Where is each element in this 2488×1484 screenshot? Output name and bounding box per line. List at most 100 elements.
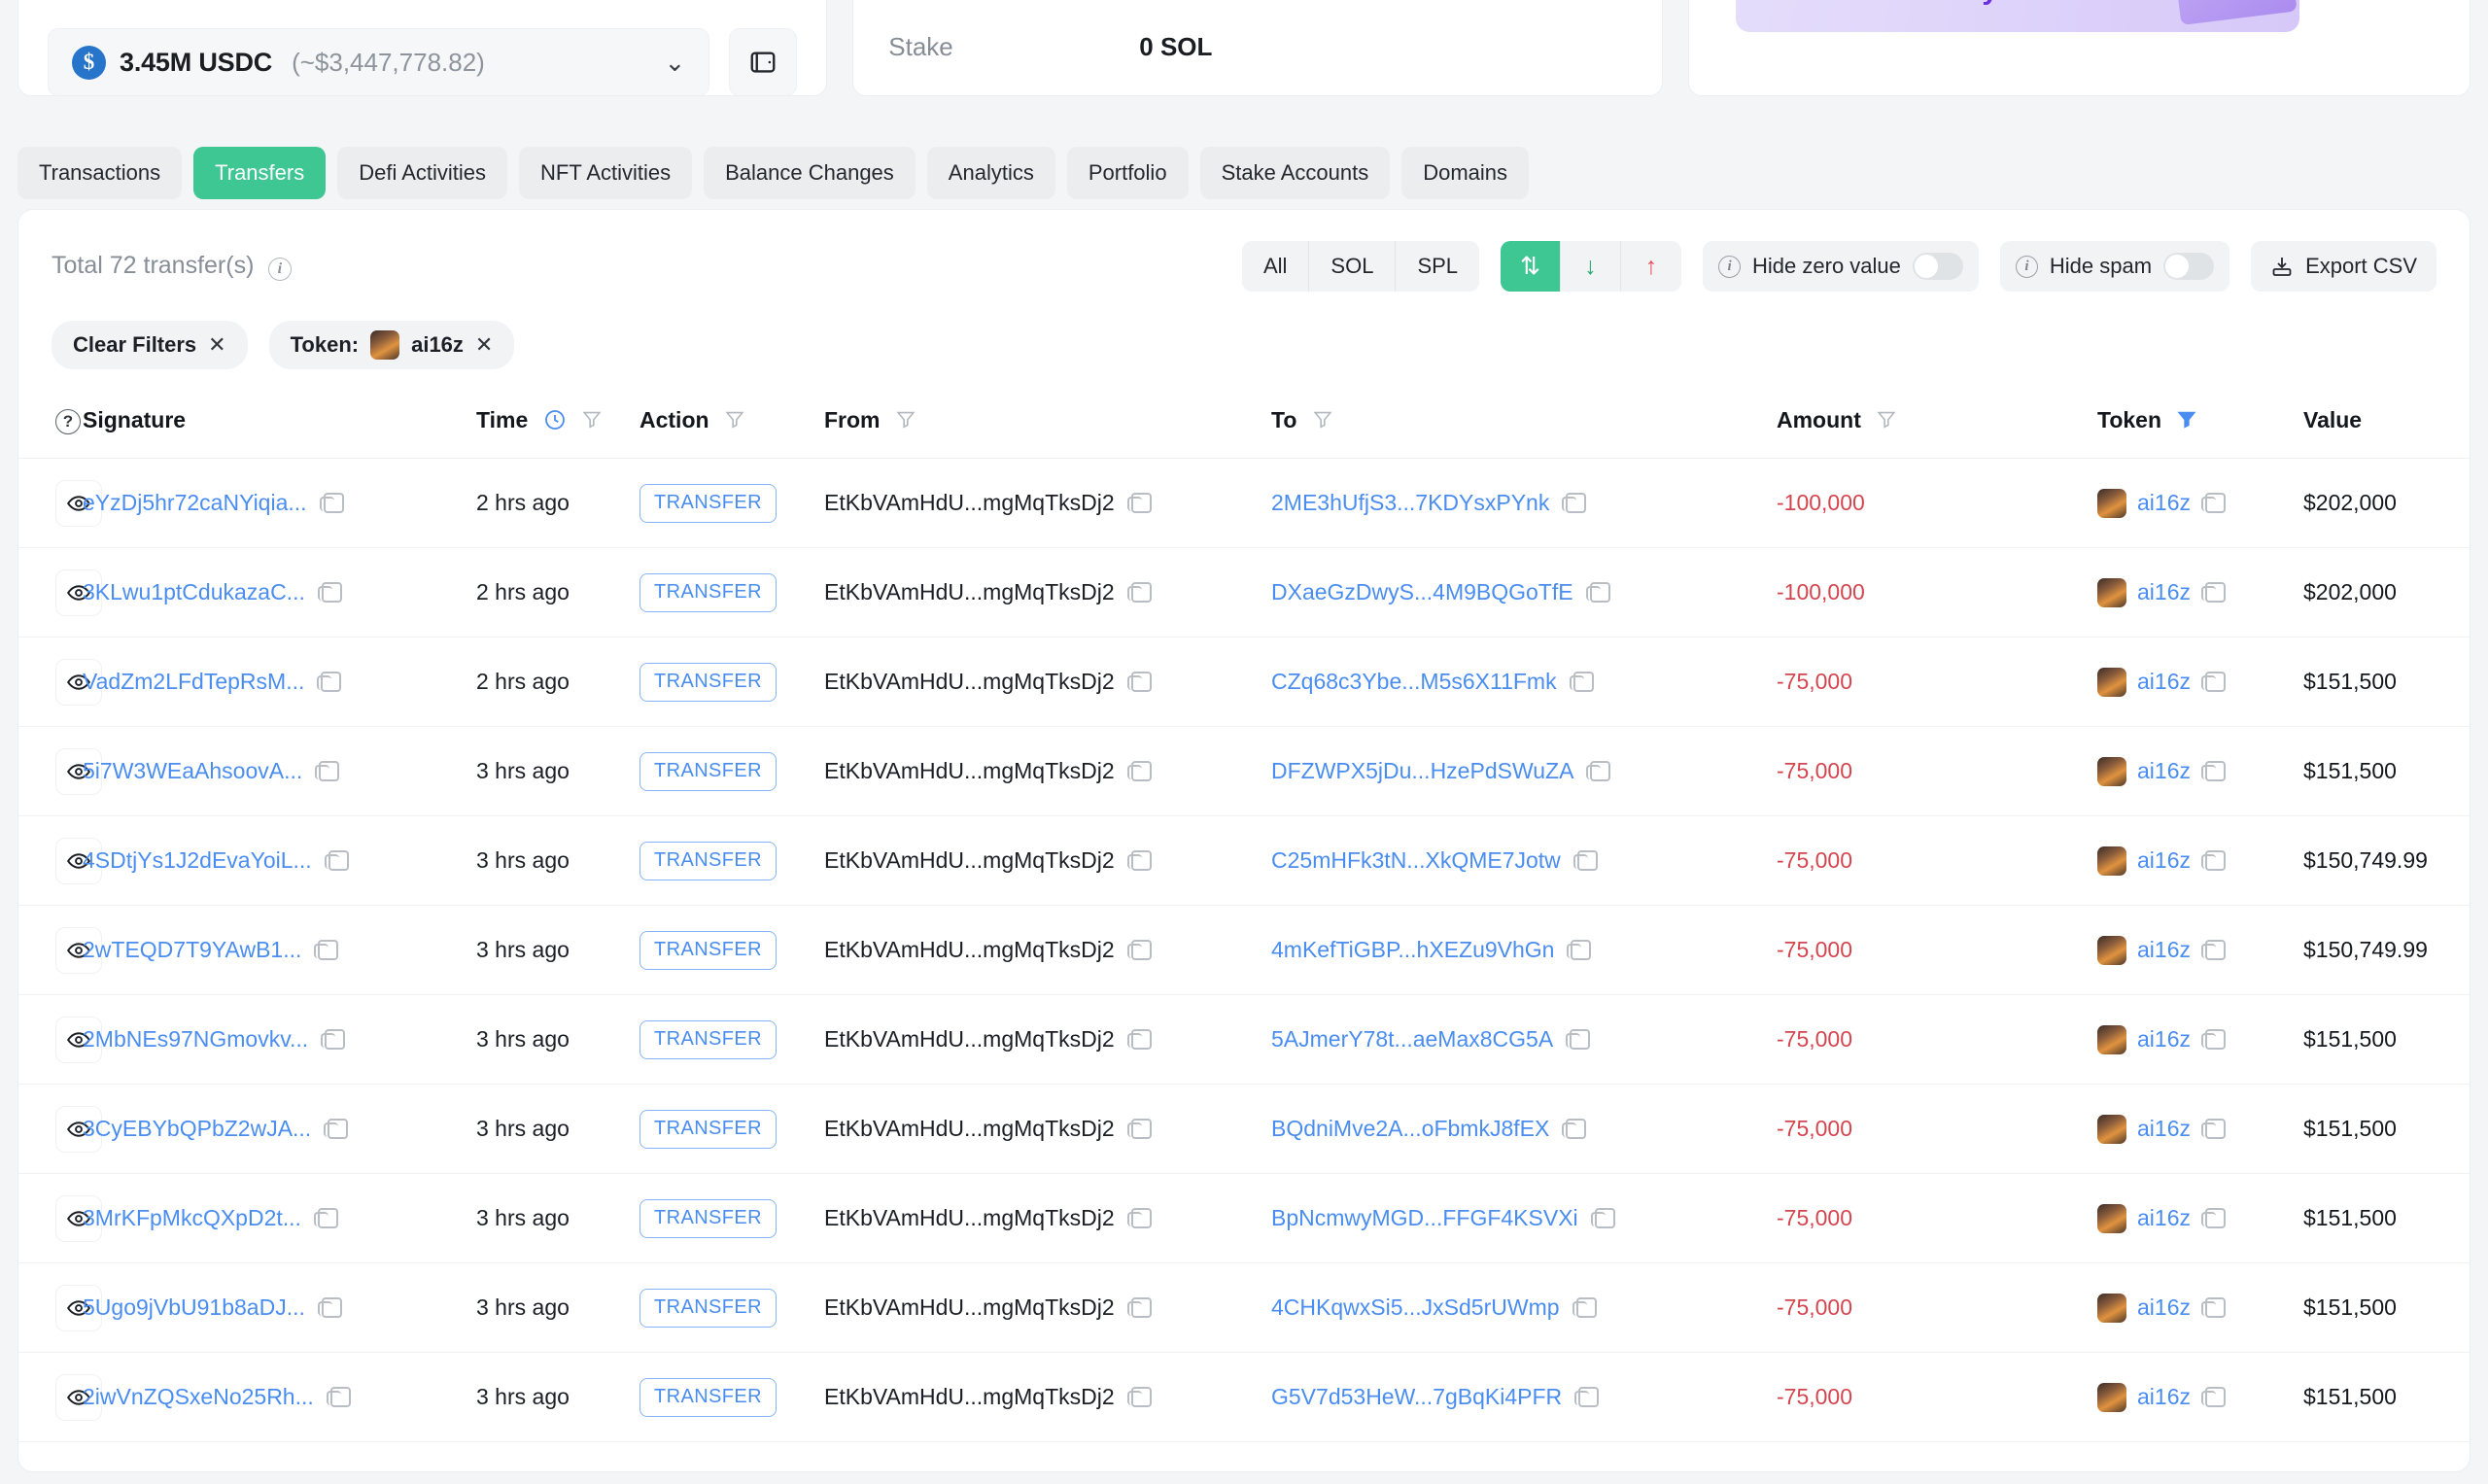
tab-transfers[interactable]: Transfers xyxy=(193,147,326,199)
filter-icon-active[interactable] xyxy=(2176,408,2197,430)
info-icon[interactable]: i xyxy=(268,258,292,281)
action-badge[interactable]: TRANSFER xyxy=(639,1199,777,1238)
tab-analytics[interactable]: Analytics xyxy=(927,147,1055,199)
tab-stake-accounts[interactable]: Stake Accounts xyxy=(1200,147,1391,199)
to-address-link[interactable]: 5AJmerY78t...aeMax8CG5A xyxy=(1271,1026,1553,1053)
to-address-link[interactable]: C25mHFk3tN...XkQME7Jotw xyxy=(1271,847,1561,874)
copy-icon[interactable] xyxy=(314,940,335,961)
copy-icon[interactable] xyxy=(1586,761,1607,782)
signature-link[interactable]: eYzDj5hr72caNYiqia... xyxy=(83,490,307,516)
table-row[interactable]: 2iwVnZQSxeNo25Rh...3 hrs agoTRANSFEREtKb… xyxy=(18,1353,2471,1442)
action-badge[interactable]: TRANSFER xyxy=(639,1020,777,1059)
hide-zero-value-switch[interactable] xyxy=(1913,253,1963,280)
hide-spam-toggle[interactable]: i Hide spam xyxy=(2000,241,2229,292)
chevron-down-icon[interactable]: ⌄ xyxy=(665,50,686,75)
to-address-link[interactable]: DFZWPX5jDu...HzePdSWuZA xyxy=(1271,758,1573,784)
tab-portfolio[interactable]: Portfolio xyxy=(1067,147,1189,199)
signature-link[interactable]: 2wTEQD7T9YAwB1... xyxy=(83,937,301,963)
direction-both-icon[interactable]: ⇅ xyxy=(1501,241,1561,292)
from-address[interactable]: EtKbVAmHdU...mgMqTksDj2 xyxy=(824,669,1115,695)
token-link[interactable]: ai16z xyxy=(2137,1205,2191,1231)
copy-icon[interactable] xyxy=(314,1208,335,1229)
copy-icon[interactable] xyxy=(318,582,339,604)
table-row[interactable]: 3KLwu1ptCdukazaC...2 hrs agoTRANSFEREtKb… xyxy=(18,548,2471,638)
from-address[interactable]: EtKbVAmHdU...mgMqTksDj2 xyxy=(824,490,1115,516)
signature-link[interactable]: 3CyEBYbQPbZ2wJA... xyxy=(83,1116,311,1142)
action-badge[interactable]: TRANSFER xyxy=(639,1378,777,1417)
copy-icon[interactable] xyxy=(1127,1387,1149,1408)
copy-icon[interactable] xyxy=(317,672,338,693)
table-row[interactable]: VadZm2LFdTepRsM...2 hrs agoTRANSFEREtKbV… xyxy=(18,638,2471,727)
token-link[interactable]: ai16z xyxy=(2137,1384,2191,1410)
copy-icon[interactable] xyxy=(318,1297,339,1319)
copy-icon[interactable] xyxy=(1127,940,1149,961)
copy-icon[interactable] xyxy=(2201,1119,2223,1140)
token-link[interactable]: ai16z xyxy=(2137,579,2191,605)
token-link[interactable]: ai16z xyxy=(2137,758,2191,784)
copy-icon[interactable] xyxy=(1574,1387,1596,1408)
copy-icon[interactable] xyxy=(1570,672,1591,693)
to-address-link[interactable]: BpNcmwyMGD...FFGF4KSVXi xyxy=(1271,1205,1578,1231)
copy-icon[interactable] xyxy=(2201,1029,2223,1051)
direction-in-icon[interactable]: ↓ xyxy=(1561,241,1621,292)
copy-icon[interactable] xyxy=(1573,850,1595,872)
copy-icon[interactable] xyxy=(2201,493,2223,514)
copy-icon[interactable] xyxy=(1586,582,1607,604)
to-address-link[interactable]: G5V7d53HeW...7gBqKi4PFR xyxy=(1271,1384,1562,1410)
to-address-link[interactable]: BQdniMve2A...oFbmkJ8fEX xyxy=(1271,1116,1549,1142)
from-address[interactable]: EtKbVAmHdU...mgMqTksDj2 xyxy=(824,1294,1115,1321)
from-address[interactable]: EtKbVAmHdU...mgMqTksDj2 xyxy=(824,758,1115,784)
table-row[interactable]: 3MrKFpMkcQXpD2t...3 hrs agoTRANSFEREtKbV… xyxy=(18,1174,2471,1263)
copy-icon[interactable] xyxy=(1127,761,1149,782)
table-row[interactable]: eYzDj5hr72caNYiqia...2 hrs agoTRANSFEREt… xyxy=(18,459,2471,548)
copy-icon[interactable] xyxy=(1562,493,1583,514)
copy-icon[interactable] xyxy=(2201,672,2223,693)
copy-icon[interactable] xyxy=(1572,1297,1594,1319)
copy-icon[interactable] xyxy=(1127,493,1149,514)
tab-transactions[interactable]: Transactions xyxy=(17,147,182,199)
action-badge[interactable]: TRANSFER xyxy=(639,752,777,791)
signature-link[interactable]: 4SDtjYs1J2dEvaYoiL... xyxy=(83,847,312,874)
hide-zero-value-toggle[interactable]: i Hide zero value xyxy=(1703,241,1979,292)
signature-link[interactable]: VadZm2LFdTepRsM... xyxy=(83,669,304,695)
from-address[interactable]: EtKbVAmHdU...mgMqTksDj2 xyxy=(824,1026,1115,1053)
token-link[interactable]: ai16z xyxy=(2137,1026,2191,1053)
copy-icon[interactable] xyxy=(2201,582,2223,604)
action-badge[interactable]: TRANSFER xyxy=(639,842,777,880)
action-badge[interactable]: TRANSFER xyxy=(639,484,777,523)
copy-icon[interactable] xyxy=(1127,850,1149,872)
wallet-button[interactable] xyxy=(729,28,797,96)
to-address-link[interactable]: CZq68c3Ybe...M5s6X11Fmk xyxy=(1271,669,1557,695)
copy-icon[interactable] xyxy=(2201,850,2223,872)
from-address[interactable]: EtKbVAmHdU...mgMqTksDj2 xyxy=(824,1384,1115,1410)
copy-icon[interactable] xyxy=(1127,1029,1149,1051)
to-address-link[interactable]: 4CHKqwxSi5...JxSd5rUWmp xyxy=(1271,1294,1560,1321)
filter-icon[interactable] xyxy=(1876,408,1897,430)
copy-icon[interactable] xyxy=(325,850,346,872)
action-badge[interactable]: TRANSFER xyxy=(639,1110,777,1149)
to-address-link[interactable]: 2ME3hUfjS3...7KDYsxPYnk xyxy=(1271,490,1549,516)
filter-icon[interactable] xyxy=(1312,408,1333,430)
close-icon[interactable]: ✕ xyxy=(475,332,493,358)
copy-icon[interactable] xyxy=(321,1029,342,1051)
tab-domains[interactable]: Domains xyxy=(1401,147,1529,199)
copy-icon[interactable] xyxy=(327,1387,348,1408)
copy-icon[interactable] xyxy=(2201,761,2223,782)
token-link[interactable]: ai16z xyxy=(2137,937,2191,963)
copy-icon[interactable] xyxy=(1127,1208,1149,1229)
action-badge[interactable]: TRANSFER xyxy=(639,931,777,970)
filter-icon[interactable] xyxy=(581,408,603,430)
filter-all[interactable]: All xyxy=(1242,241,1309,292)
from-address[interactable]: EtKbVAmHdU...mgMqTksDj2 xyxy=(824,579,1115,605)
table-row[interactable]: 3CyEBYbQPbZ2wJA...3 hrs agoTRANSFEREtKbV… xyxy=(18,1085,2471,1174)
to-address-link[interactable]: 4mKefTiGBP...hXEZu9VhGn xyxy=(1271,937,1554,963)
copy-icon[interactable] xyxy=(315,761,336,782)
token-link[interactable]: ai16z xyxy=(2137,669,2191,695)
copy-icon[interactable] xyxy=(1567,940,1588,961)
signature-link[interactable]: 3KLwu1ptCdukazaC... xyxy=(83,579,305,605)
copy-icon[interactable] xyxy=(2201,1387,2223,1408)
to-address-link[interactable]: DXaeGzDwyS...4M9BQGoTfE xyxy=(1271,579,1573,605)
tab-balance-changes[interactable]: Balance Changes xyxy=(704,147,916,199)
copy-icon[interactable] xyxy=(1127,582,1149,604)
signature-link[interactable]: 5Ugo9jVbU91b8aDJ... xyxy=(83,1294,305,1321)
